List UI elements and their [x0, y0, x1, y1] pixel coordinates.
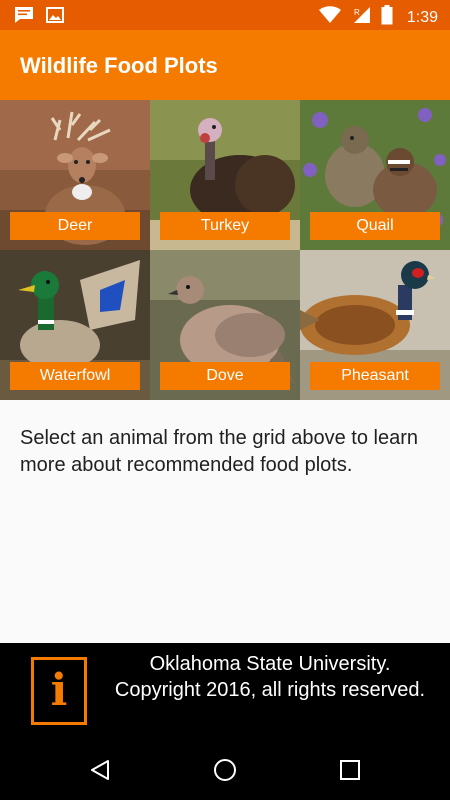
- footer-text: Oklahoma State University. Copyright 201…: [110, 651, 430, 703]
- content-area: Select an animal from the grid above to …: [0, 400, 450, 643]
- status-time: 1:39: [406, 8, 438, 26]
- home-icon: [214, 759, 236, 781]
- app-title: Wildlife Food Plots: [20, 53, 218, 78]
- message-icon: [14, 6, 34, 29]
- grid-item-turkey[interactable]: Turkey: [150, 100, 300, 250]
- info-logo-letter: i: [50, 665, 68, 716]
- recents-button[interactable]: [335, 755, 365, 785]
- grid-item-label: Quail: [310, 212, 440, 240]
- grid-item-pheasant[interactable]: Pheasant: [300, 250, 450, 400]
- instruction-text: Select an animal from the grid above to …: [20, 427, 418, 476]
- battery-icon: [381, 5, 393, 30]
- back-button[interactable]: [85, 755, 115, 785]
- info-icon[interactable]: i: [31, 657, 87, 725]
- grid-item-waterfowl[interactable]: Waterfowl: [0, 250, 150, 400]
- svg-text:R: R: [354, 8, 360, 17]
- wifi-icon: [318, 6, 341, 29]
- footer-copyright: Copyright 2016, all rights reserved.: [114, 679, 426, 701]
- grid-item-label: Turkey: [160, 212, 290, 240]
- back-icon: [91, 760, 109, 780]
- app-bar: Wildlife Food Plots: [0, 30, 450, 100]
- grid-item-label: Pheasant: [310, 362, 440, 390]
- home-button[interactable]: [210, 755, 240, 785]
- footer: i Oklahoma State University. Copyright 2…: [0, 643, 450, 740]
- grid-item-label: Waterfowl: [10, 362, 140, 390]
- recents-icon: [340, 760, 360, 780]
- signal-icon: R: [351, 6, 371, 29]
- status-bar: R 1:39: [0, 0, 450, 30]
- navigation-bar: [0, 740, 450, 800]
- grid-item-label: Dove: [160, 362, 290, 390]
- footer-university: Oklahoma State University.: [149, 653, 391, 675]
- grid-item-deer[interactable]: Deer: [0, 100, 150, 250]
- image-icon: [46, 7, 64, 28]
- grid-item-label: Deer: [10, 212, 140, 240]
- grid-item-dove[interactable]: Dove: [150, 250, 300, 400]
- grid-item-quail[interactable]: Quail: [300, 100, 450, 250]
- animal-grid: Deer Turkey Quail Waterfowl Dove Pheasan…: [0, 100, 450, 400]
